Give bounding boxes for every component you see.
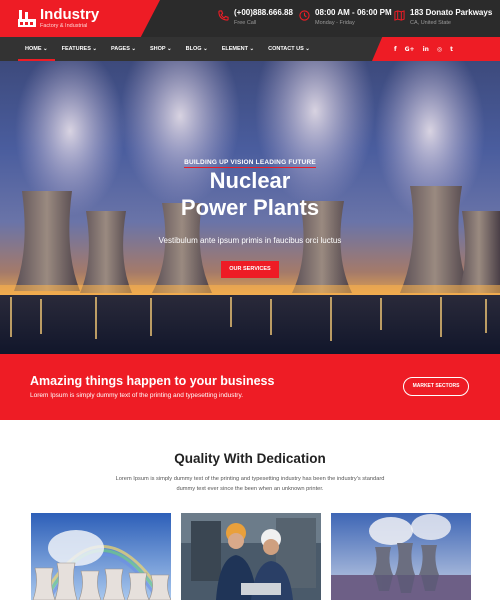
address-line: 183 Donato Parkways xyxy=(410,8,493,17)
power-station-image xyxy=(331,513,471,600)
card-image-power-station[interactable] xyxy=(331,513,471,600)
hero-title-line1: Nuclear xyxy=(209,168,291,193)
social-links: f G+ in ◎ t xyxy=(372,37,500,61)
main-nav: HOME ⌄ FEATURES ⌄ PAGES ⌄ SHOP ⌄ BLOG ⌄ … xyxy=(0,37,500,61)
linkedin-icon[interactable]: in xyxy=(423,46,429,53)
section-title: Quality With Dedication xyxy=(174,451,326,466)
our-services-button[interactable]: OUR SERVICES xyxy=(221,261,279,278)
nav-item-blog[interactable]: BLOG ⌄ xyxy=(179,37,215,61)
card-image-cooling-towers[interactable] xyxy=(31,513,171,600)
clock-icon xyxy=(299,10,310,21)
nav-item-pages[interactable]: PAGES ⌄ xyxy=(104,37,143,61)
top-header: Industry Factory & Industrial (+00)888.6… xyxy=(0,0,500,37)
market-sectors-button[interactable]: MARKET SECTORS xyxy=(403,377,469,396)
card-image-engineers[interactable] xyxy=(181,513,321,600)
google-plus-icon[interactable]: G+ xyxy=(405,46,415,53)
hero-subtitle: Vestibulum ante ipsum primis in faucibus… xyxy=(158,236,342,245)
nav-item-element[interactable]: ELEMENT ⌄ xyxy=(215,37,261,61)
nav-label: PAGES xyxy=(111,46,130,52)
hero-title: Nuclear Power Plants xyxy=(0,167,500,221)
section-description: Lorem Ipsum is simply dummy text of the … xyxy=(115,476,385,492)
hours-days: Monday - Friday xyxy=(315,20,355,26)
nav-item-shop[interactable]: SHOP ⌄ xyxy=(143,37,179,61)
nav-item-home[interactable]: HOME ⌄ xyxy=(18,37,55,61)
address-region: CA, United State xyxy=(410,20,451,26)
nav-item-contact-us[interactable]: CONTACT US ⌄ xyxy=(261,37,317,61)
logo-title: Industry xyxy=(40,6,100,23)
hero-section: BUILDING UP VISION LEADING FUTURE Nuclea… xyxy=(0,61,500,354)
phone-label: Free Call xyxy=(234,20,257,26)
nav-label: CONTACT US xyxy=(268,46,304,52)
nav-label: ELEMENT xyxy=(221,46,248,52)
cta-title: Amazing things happen to your business xyxy=(30,374,275,388)
twitter-icon[interactable]: t xyxy=(450,46,453,53)
nav-label: SHOP xyxy=(150,46,166,52)
nav-label: FEATURES xyxy=(61,46,91,52)
map-icon xyxy=(394,10,405,21)
hero-title-line2: Power Plants xyxy=(180,195,320,220)
facebook-icon[interactable]: f xyxy=(394,46,397,53)
nav-label: HOME xyxy=(25,46,42,52)
phone-icon xyxy=(218,10,229,21)
instagram-icon[interactable]: ◎ xyxy=(437,46,442,53)
cooling-towers-image xyxy=(31,513,171,600)
nav-item-features[interactable]: FEATURES ⌄ xyxy=(55,37,104,61)
engineers-image xyxy=(181,513,321,600)
cta-subtitle: Lorem Ipsum is simply dummy text of the … xyxy=(30,392,244,399)
logo[interactable]: Industry Factory & Industrial xyxy=(0,0,160,37)
nav-label: BLOG xyxy=(185,46,202,52)
logo-subtitle: Factory & Industrial xyxy=(40,23,88,29)
factory-icon xyxy=(18,10,36,27)
hours-text: 08:00 AM - 06:00 PM xyxy=(315,8,392,17)
phone-number: (+00)888.666.88 xyxy=(234,8,293,17)
